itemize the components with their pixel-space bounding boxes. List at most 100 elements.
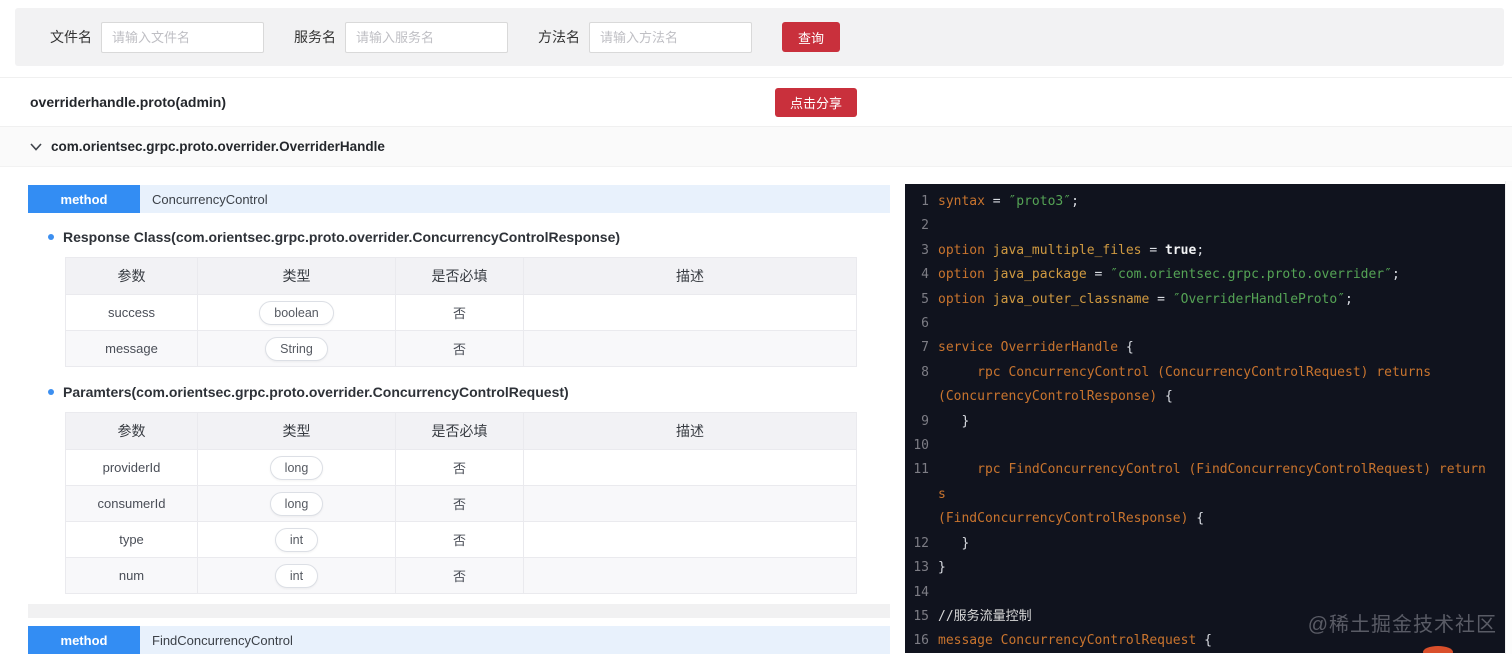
type-pill: int	[274, 563, 319, 588]
code-line: 6	[905, 312, 1505, 336]
line-number: 15	[913, 608, 929, 624]
share-button[interactable]: 点击分享	[775, 88, 857, 117]
divider	[28, 604, 890, 618]
line-number: 1	[921, 194, 929, 209]
methodname-field-group: 方法名	[538, 21, 752, 53]
required-flag: 否	[395, 485, 524, 522]
line-number: 11	[913, 462, 929, 478]
code-text: option java_multiple_files = true;	[938, 242, 1205, 258]
param-name: message	[65, 330, 198, 367]
code-line: 11 rpc FindConcurrencyControl (FindConcu…	[905, 458, 1505, 507]
method-tab-findconcurrencycontrol[interactable]: method FindConcurrencyControl	[28, 626, 890, 654]
code-line: 9 }	[905, 410, 1505, 434]
code-text: (FindConcurrencyControlResponse) {	[938, 511, 1205, 527]
param-name: success	[65, 294, 198, 331]
description-cell	[523, 557, 857, 594]
param-name: type	[65, 521, 198, 558]
column-header: 是否必填	[395, 257, 524, 295]
code-lines: 1 syntax = ″proto3″; 2 3 option java_multip…	[905, 190, 1505, 653]
type-pill: long	[269, 455, 324, 480]
request-params-table: 参数 类型 是否必填 描述 providerId long 否 consumerId long…	[65, 412, 857, 594]
code-text: (ConcurrencyControlResponse) {	[938, 389, 1173, 405]
line-number: 3	[921, 242, 929, 258]
table-row: consumerId long 否	[65, 485, 857, 522]
service-collapse-row[interactable]: com.orientsec.grpc.proto.overrider.Overr…	[0, 127, 1512, 167]
filename-label: 文件名	[50, 29, 92, 45]
scrollbar-track[interactable]	[1505, 181, 1512, 654]
param-type-cell: String	[197, 330, 396, 367]
code-text: rpc ConcurrencyControl (ConcurrencyContr…	[977, 364, 1432, 380]
code-line: 1 syntax = ″proto3″;	[905, 190, 1505, 214]
line-number	[905, 385, 929, 409]
column-header: 是否必填	[395, 412, 524, 450]
code-line: 14	[905, 581, 1505, 605]
line-number: 16	[913, 633, 929, 649]
line-number	[905, 507, 929, 531]
file-row: overriderhandle.proto(admin) 点击分享	[0, 77, 1512, 127]
methodname-input[interactable]	[589, 21, 752, 53]
code-text: }	[938, 535, 970, 551]
method-badge: method	[28, 626, 140, 654]
logo-fragment	[1423, 646, 1453, 653]
description-cell	[523, 294, 857, 331]
code-text: service OverriderHandle {	[938, 340, 1134, 356]
bullet-icon	[48, 389, 54, 395]
method-tab-concurrencycontrol[interactable]: method ConcurrencyControl	[28, 185, 890, 213]
code-text: }	[938, 413, 970, 429]
param-type-cell: long	[197, 485, 396, 522]
description-cell	[523, 521, 857, 558]
column-header: 参数	[65, 257, 198, 295]
type-pill: boolean	[259, 300, 334, 325]
content: method ConcurrencyControl Response Class…	[0, 181, 1512, 654]
code-text: option java_outer_classname = ″Overrider…	[938, 291, 1353, 307]
code-text: syntax = ″proto3″;	[938, 194, 1079, 209]
service-input[interactable]	[345, 21, 508, 53]
code-text: rpc FindConcurrencyControl (FindConcurre…	[938, 462, 1486, 502]
param-type-cell: boolean	[197, 294, 396, 331]
param-name: num	[65, 557, 198, 594]
type-pill: int	[274, 527, 319, 552]
param-type-cell: int	[197, 557, 396, 594]
method-badge: method	[28, 185, 140, 213]
file-title: overriderhandle.proto(admin)	[30, 94, 227, 110]
description-cell	[523, 330, 857, 367]
line-number: 6	[921, 316, 929, 332]
response-params-table: 参数 类型 是否必填 描述 success boolean 否 message String 否	[65, 257, 857, 367]
code-line: 2	[905, 214, 1505, 238]
table-header-row: 参数 类型 是否必填 描述	[65, 257, 857, 295]
filename-input[interactable]	[101, 21, 264, 53]
query-button[interactable]: 查询	[782, 22, 841, 52]
code-text: option java_package = ″com.orientsec.grp…	[938, 267, 1400, 283]
methodname-label: 方法名	[538, 29, 580, 45]
line-number: 4	[921, 267, 929, 283]
table-row: type int 否	[65, 521, 857, 558]
param-name: providerId	[65, 449, 198, 486]
table-row: success boolean 否	[65, 294, 857, 331]
code-line: 5 option java_outer_classname = ″Override…	[905, 288, 1505, 312]
required-flag: 否	[395, 449, 524, 486]
code-line: 3 option java_multiple_files = true;	[905, 239, 1505, 263]
line-number: 10	[913, 438, 929, 454]
search-bar: 文件名 服务名 方法名 查询	[15, 8, 1504, 66]
param-name: consumerId	[65, 485, 198, 522]
code-line: 10	[905, 434, 1505, 458]
response-class-heading: Response Class(com.orientsec.grpc.proto.…	[48, 227, 890, 247]
page: 文件名 服务名 方法名 查询 overriderhandle.proto(adm…	[0, 8, 1512, 654]
method-name: FindConcurrencyControl	[140, 626, 890, 654]
description-cell	[523, 485, 857, 522]
column-header: 描述	[523, 412, 857, 450]
type-pill: String	[265, 336, 328, 361]
required-flag: 否	[395, 294, 524, 331]
code-line: 13}	[905, 556, 1505, 580]
service-name: com.orientsec.grpc.proto.overrider.Overr…	[51, 139, 385, 154]
required-flag: 否	[395, 330, 524, 367]
service-field-group: 服务名	[294, 21, 508, 53]
column-header: 描述	[523, 257, 857, 295]
line-number: 14	[913, 584, 929, 600]
required-flag: 否	[395, 521, 524, 558]
heading-text: Paramters(com.orientsec.grpc.proto.overr…	[63, 384, 569, 400]
code-line: 12 }	[905, 532, 1505, 556]
